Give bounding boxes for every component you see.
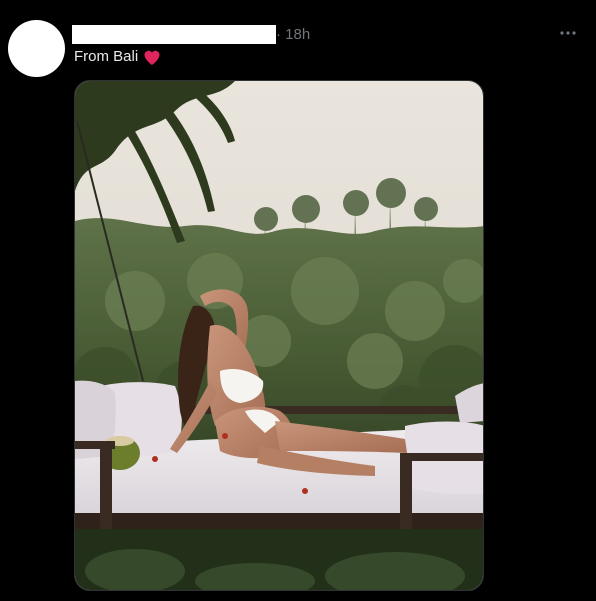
avatar[interactable] xyxy=(8,20,65,77)
more-options-button[interactable] xyxy=(558,22,578,44)
tweet-timestamp[interactable]: · 18h xyxy=(276,25,310,44)
tweet-photo[interactable] xyxy=(74,80,484,591)
display-name-redacted[interactable] xyxy=(72,25,276,44)
tweet-body: From Bali xyxy=(74,47,161,67)
more-horizontal-icon xyxy=(560,31,576,35)
tweet-card[interactable]: · 18h From Bali xyxy=(0,0,596,601)
tweet-text: From Bali xyxy=(74,48,139,65)
heart-icon xyxy=(144,50,160,65)
photo-canvas xyxy=(75,81,483,590)
